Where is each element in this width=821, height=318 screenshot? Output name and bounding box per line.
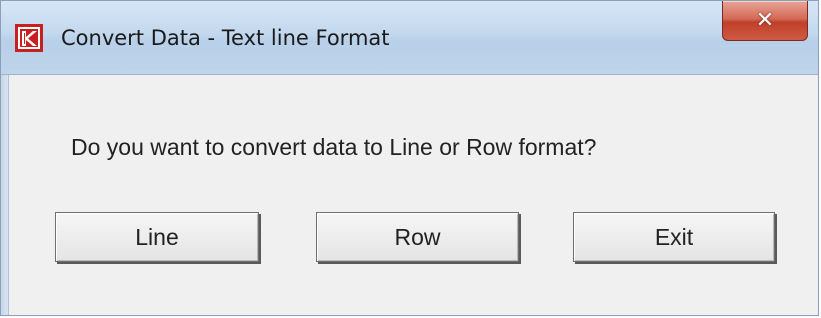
- dialog-message: Do you want to convert data to Line or R…: [71, 134, 597, 160]
- close-button[interactable]: ✕: [722, 1, 808, 41]
- line-button[interactable]: Line: [55, 212, 259, 262]
- close-icon: ✕: [755, 8, 775, 33]
- exit-button[interactable]: Exit: [573, 212, 775, 262]
- row-button[interactable]: Row: [316, 212, 519, 262]
- k-logo-icon: [15, 24, 43, 52]
- dialog-window: Convert Data - Text line Format ✕ Do you…: [0, 0, 819, 316]
- dialog-body: [9, 75, 818, 315]
- title-bar[interactable]: Convert Data - Text line Format ✕: [1, 1, 818, 75]
- window-left-border: [1, 75, 9, 315]
- window-title: Convert Data - Text line Format: [61, 26, 390, 50]
